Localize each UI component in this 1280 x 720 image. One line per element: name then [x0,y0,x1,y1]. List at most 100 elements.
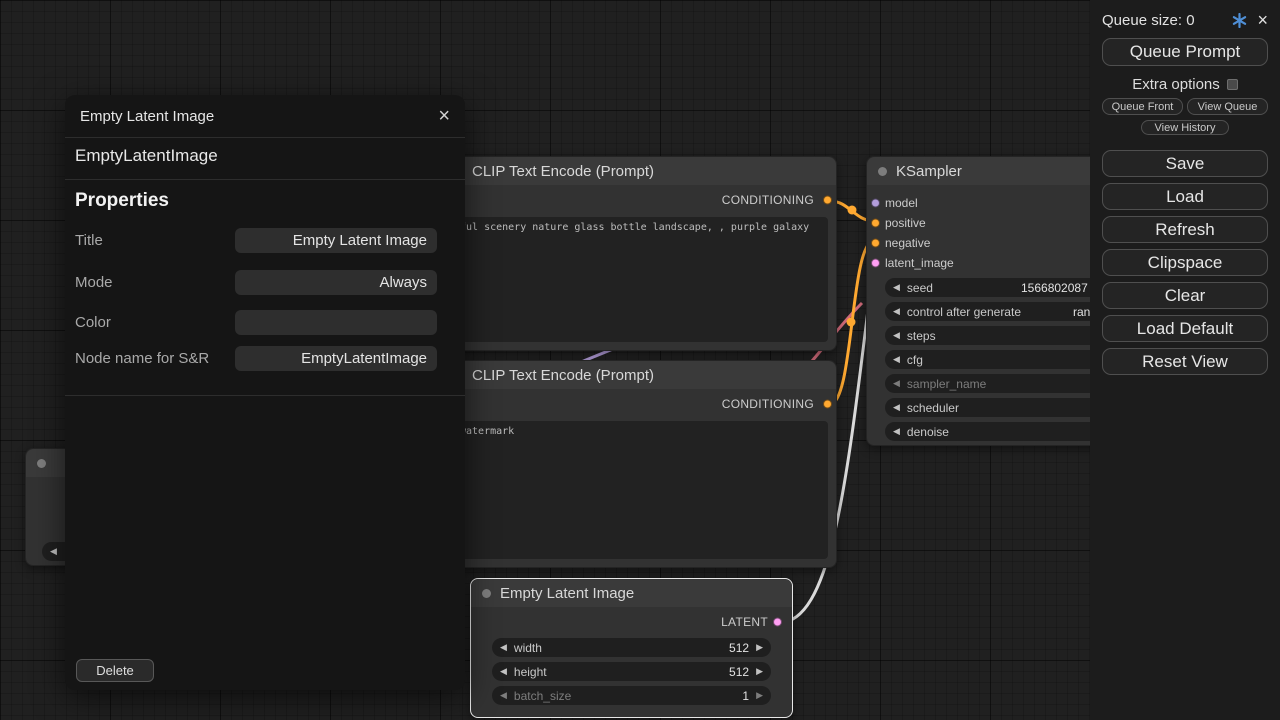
collapse-node-dot[interactable] [878,167,887,176]
app-root: ◀ CLIP Text Encode (Prompt) CONDITIONING… [0,0,1280,720]
property-row-mode: Mode Always [75,269,437,295]
decrement-arrow-icon[interactable]: ◀ [50,547,57,556]
property-row-node-name: Node name for S&R EmptyLatentImage [75,345,437,371]
widget-label: denoise [907,425,949,439]
load-default-button[interactable]: Load Default [1102,315,1268,342]
widget-label: cfg [907,353,923,367]
decrement-arrow-icon[interactable]: ◀ [500,691,507,700]
latent-input-port[interactable] [871,259,880,268]
extra-options-checkbox[interactable] [1227,79,1238,90]
decrement-arrow-icon[interactable]: ◀ [500,643,507,652]
save-button[interactable]: Save [1102,150,1268,177]
conditioning-output-port[interactable] [823,196,832,205]
close-icon[interactable]: × [438,106,450,126]
increment-arrow-icon[interactable]: ▶ [756,643,763,652]
output-label: CONDITIONING [722,193,814,207]
output-label: LATENT [721,615,768,629]
output-row: LATENT [471,611,792,633]
widget-value: 512 [729,641,749,655]
latent-output-port[interactable] [773,618,782,627]
widget-list: ◀ width 512 ▶ ◀ height 512 ▶ ◀ batch_siz… [471,638,792,705]
queue-size-label: Queue size: 0 [1102,12,1222,29]
property-label: Color [75,314,111,331]
widget-label: sampler_name [907,377,986,391]
decrement-arrow-icon[interactable]: ◀ [893,283,900,292]
divider [65,395,465,396]
view-queue-button[interactable]: View Queue [1187,98,1268,115]
node-title: CLIP Text Encode (Prompt) [472,163,654,180]
settings-icon[interactable] [1232,13,1247,28]
queue-prompt-button[interactable]: Queue Prompt [1102,38,1268,66]
decrement-arrow-icon[interactable]: ◀ [893,307,900,316]
node-header[interactable]: CLIP Text Encode (Prompt) [443,361,836,389]
output-label: CONDITIONING [722,397,814,411]
prompt-textarea[interactable]: watermark [451,421,828,559]
clear-button[interactable]: Clear [1102,282,1268,309]
widget-label: width [514,641,542,655]
model-input-port[interactable] [871,199,880,208]
node-clip-text-encode-positive[interactable]: CLIP Text Encode (Prompt) CONDITIONING f… [442,156,837,351]
positive-input-port[interactable] [871,219,880,228]
negative-input-port[interactable] [871,239,880,248]
prompt-text-line: watermark [460,426,819,438]
decrement-arrow-icon[interactable]: ◀ [893,355,900,364]
batch-size-widget[interactable]: ◀ batch_size 1 ▶ [492,686,771,705]
refresh-button[interactable]: Refresh [1102,216,1268,243]
node-title: KSampler [896,163,962,180]
node-properties-panel: Empty Latent Image × EmptyLatentImage Pr… [65,95,465,690]
node-title: Empty Latent Image [500,585,634,602]
widget-label: seed [907,281,933,295]
properties-section-title: Properties [75,190,169,212]
extra-options-row: Extra options [1102,74,1268,94]
node-header[interactable]: CLIP Text Encode (Prompt) [443,157,836,185]
dialog-title: Empty Latent Image [80,108,214,125]
height-widget[interactable]: ◀ height 512 ▶ [492,662,771,681]
property-label: Mode [75,274,113,291]
width-widget[interactable]: ◀ width 512 ▶ [492,638,771,657]
node-empty-latent-image[interactable]: Empty Latent Image LATENT ◀ width 512 ▶ … [470,578,793,718]
widget-label: control after generate [907,305,1021,319]
input-label: negative [885,236,930,250]
output-row: CONDITIONING [443,393,836,415]
conditioning-output-port[interactable] [823,400,832,409]
decrement-arrow-icon[interactable]: ◀ [893,379,900,388]
decrement-arrow-icon[interactable]: ◀ [893,403,900,412]
widget-label: height [514,665,547,679]
prompt-text-line: ful scenery nature glass bottle landscap… [460,222,819,234]
dialog-header: Empty Latent Image × [65,95,465,137]
increment-arrow-icon[interactable]: ▶ [756,667,763,676]
reset-view-button[interactable]: Reset View [1102,348,1268,375]
widget-value: 1 [742,689,749,703]
decrement-arrow-icon[interactable]: ◀ [500,667,507,676]
property-label: Title [75,232,103,249]
prompt-textarea[interactable]: ful scenery nature glass bottle landscap… [451,217,828,342]
divider [65,179,465,180]
collapse-node-dot[interactable] [482,589,491,598]
mode-field[interactable]: Always [235,270,437,295]
load-button[interactable]: Load [1102,183,1268,210]
property-label: Node name for S&R [75,350,209,367]
node-title: CLIP Text Encode (Prompt) [472,367,654,384]
delete-button[interactable]: Delete [76,659,154,682]
close-icon[interactable]: × [1257,11,1268,29]
comfyui-menu: Queue size: 0 × Queue Prompt Extra optio… [1090,0,1280,720]
title-field[interactable]: Empty Latent Image [235,228,437,253]
clipspace-button[interactable]: Clipspace [1102,249,1268,276]
output-row: CONDITIONING [443,189,836,211]
color-field[interactable] [235,310,437,335]
queue-front-button[interactable]: Queue Front [1102,98,1183,115]
divider [65,137,465,138]
node-clip-text-encode-negative[interactable]: CLIP Text Encode (Prompt) CONDITIONING w… [442,360,837,568]
view-history-button[interactable]: View History [1141,120,1229,135]
decrement-arrow-icon[interactable]: ◀ [893,427,900,436]
widget-label: scheduler [907,401,959,415]
node-header[interactable]: Empty Latent Image [471,579,792,607]
widget-label: steps [907,329,936,343]
increment-arrow-icon[interactable]: ▶ [756,691,763,700]
decrement-arrow-icon[interactable]: ◀ [893,331,900,340]
widget-label: batch_size [514,689,571,703]
collapse-node-dot[interactable] [37,459,46,468]
node-name-field[interactable]: EmptyLatentImage [235,346,437,371]
widget-value: 512 [729,665,749,679]
input-label: latent_image [885,256,954,270]
